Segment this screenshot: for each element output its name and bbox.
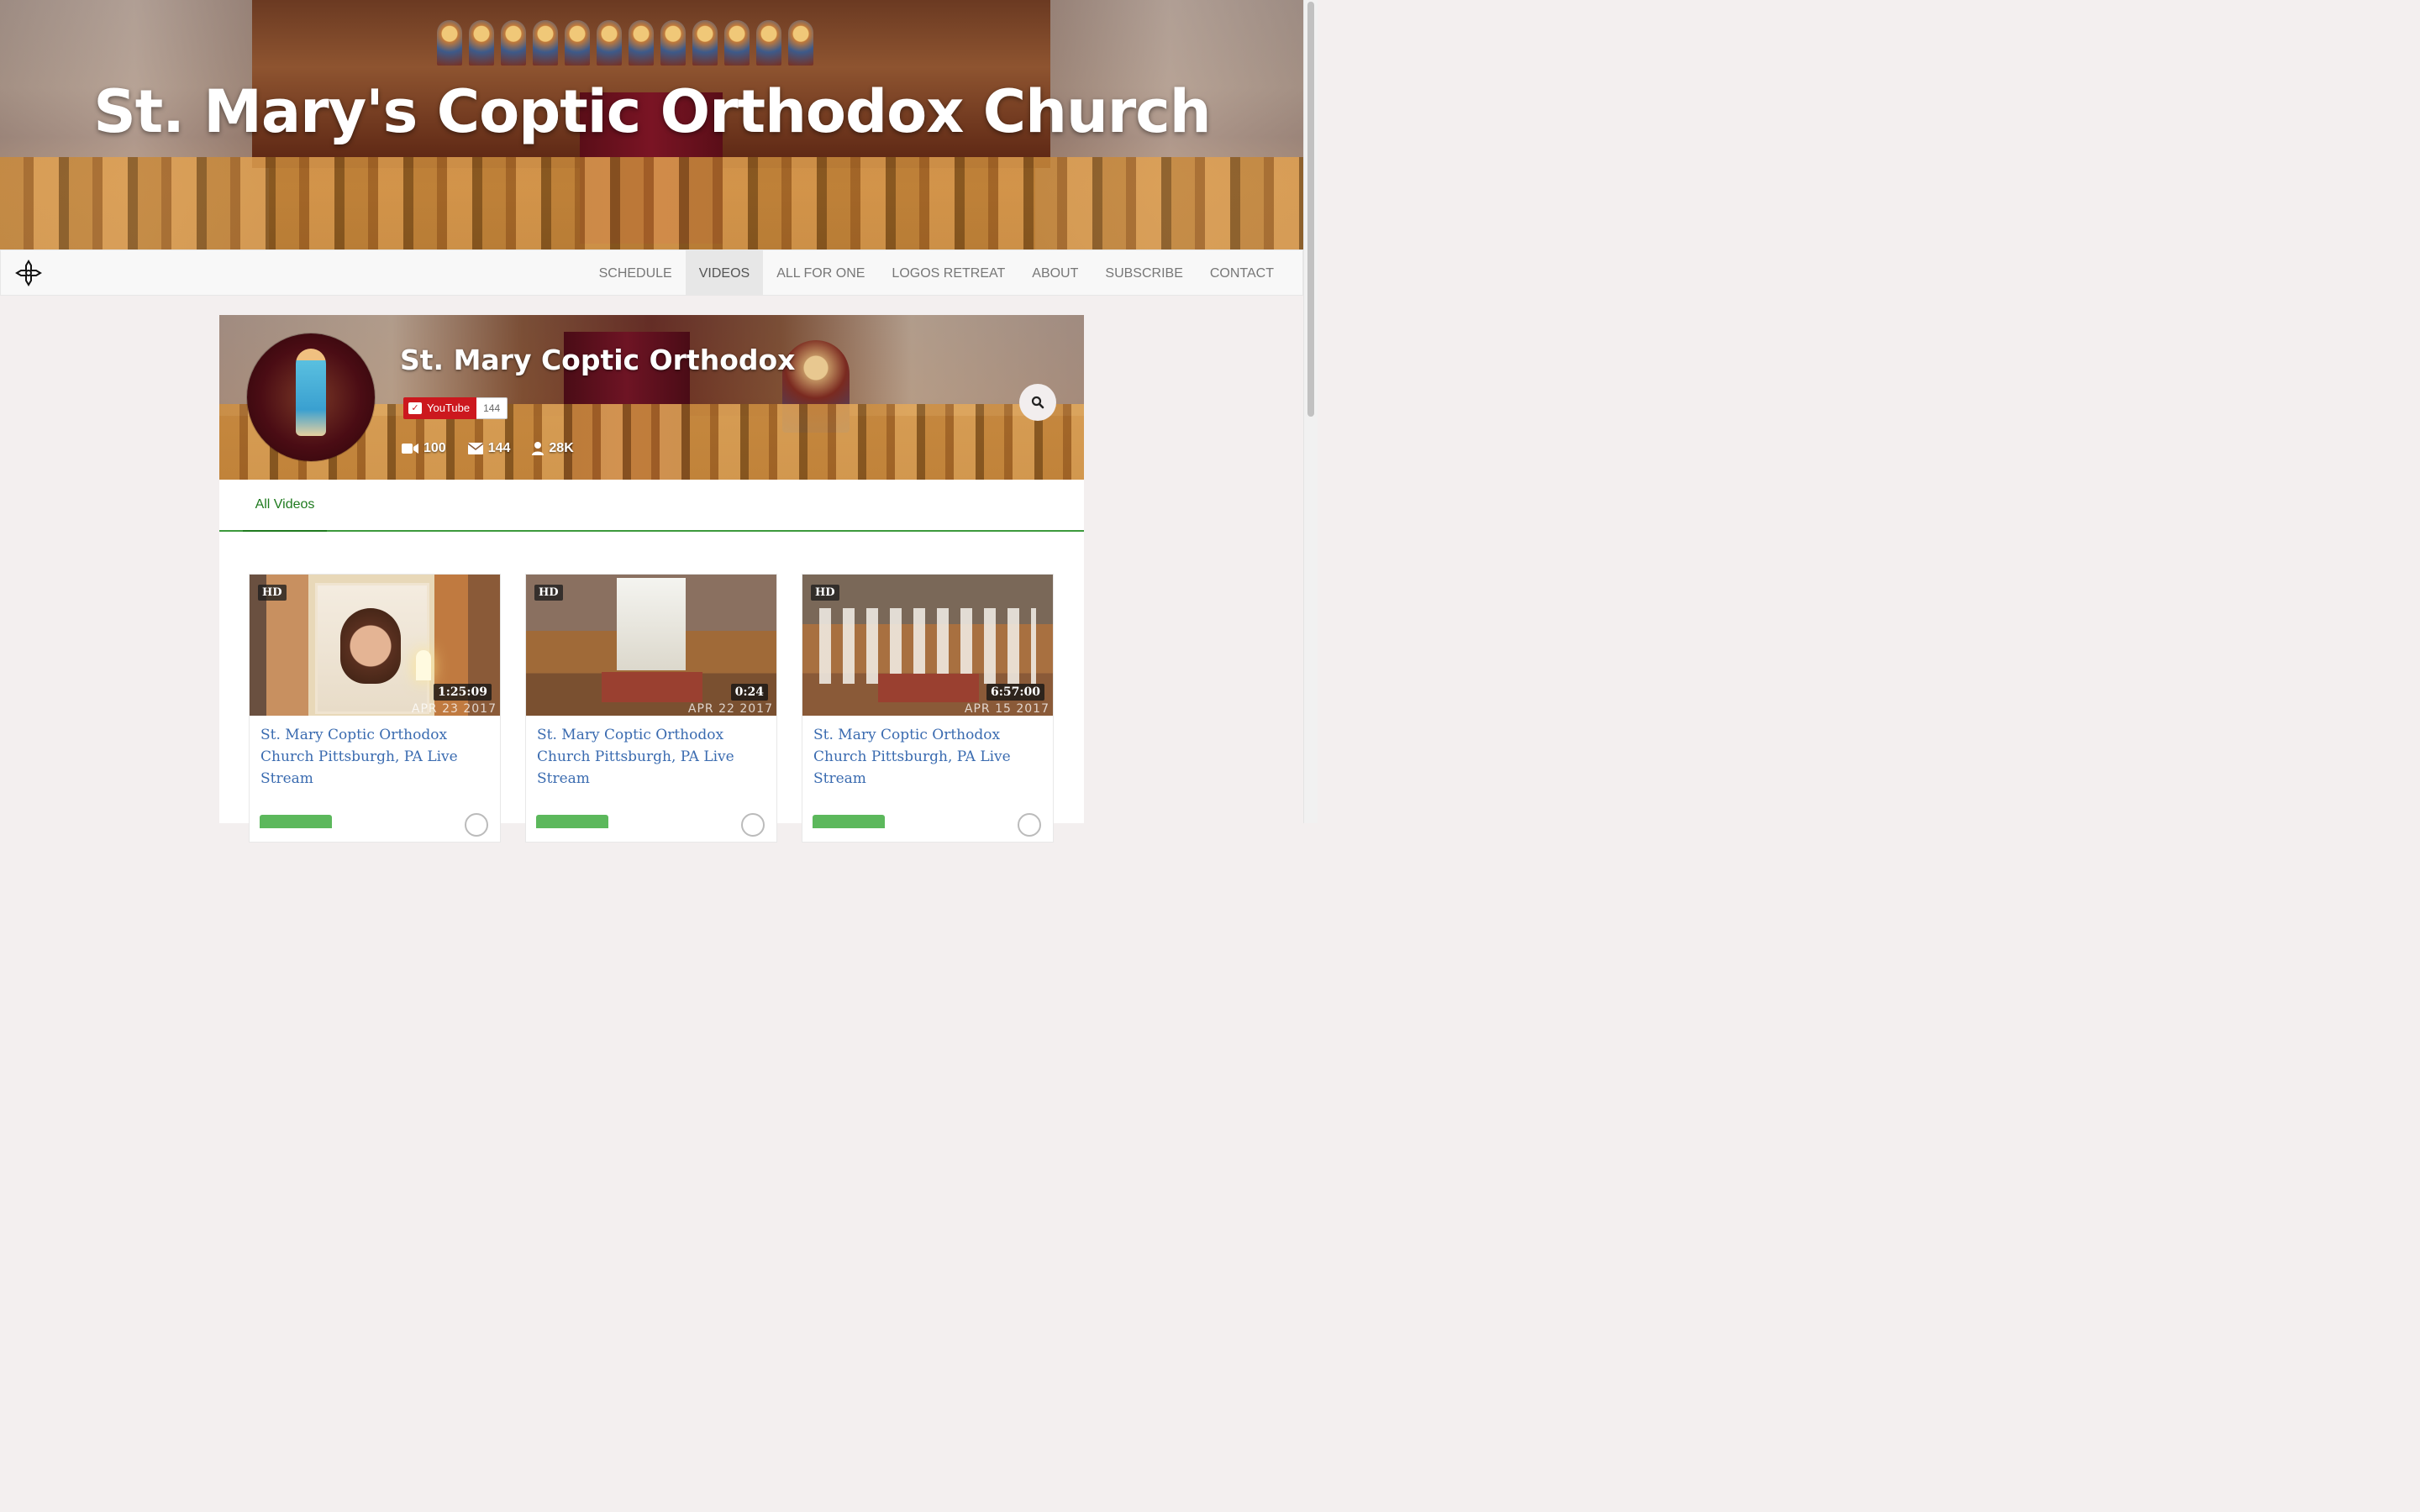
video-duration: 6:57:00 <box>986 684 1044 701</box>
video-title[interactable]: St. Mary Coptic Orthodox Church Pittsbur… <box>537 724 764 790</box>
search-icon <box>1031 396 1044 409</box>
stat-views: 28K <box>532 441 574 456</box>
nav-links: SCHEDULE VIDEOS ALL FOR ONE LOGOS RETREA… <box>586 250 1287 296</box>
page-scrollbar[interactable] <box>1303 0 1318 823</box>
scrollbar-thumb[interactable] <box>1307 2 1314 417</box>
hero-banner: St. Mary's Coptic Orthodox Church <box>0 0 1304 249</box>
nav-item-logos-retreat[interactable]: LOGOS RETREAT <box>878 250 1018 296</box>
video-duration: 1:25:09 <box>433 684 492 701</box>
channel-banner: St. Mary Coptic Orthodox ✓ YouTube 144 1… <box>219 315 1084 480</box>
checkmark-icon: ✓ <box>408 402 422 414</box>
watch-button[interactable] <box>813 815 885 828</box>
envelope-icon <box>467 443 483 454</box>
hd-badge: HD <box>811 585 839 601</box>
video-card[interactable]: HD 6:57:00 APR 15 2017 St. Mary Coptic O… <box>802 574 1054 843</box>
hd-badge: HD <box>258 585 287 601</box>
video-thumbnail[interactable]: HD 6:57:00 APR 15 2017 <box>802 575 1053 716</box>
video-duration: 0:24 <box>730 684 768 701</box>
youtube-subscribe-button[interactable]: ✓ YouTube <box>403 397 477 419</box>
nav-item-about[interactable]: ABOUT <box>1018 250 1092 296</box>
youtube-subscribe-label: YouTube <box>427 402 471 414</box>
video-tabs: All Videos <box>219 480 1084 532</box>
watch-button[interactable] <box>260 815 332 828</box>
tab-all-videos[interactable]: All Videos <box>243 480 327 532</box>
hero-saints-row <box>437 20 813 66</box>
watch-button[interactable] <box>536 815 608 828</box>
channel-name[interactable]: St. Mary Coptic Orthodox <box>400 344 795 376</box>
share-icon[interactable] <box>465 813 488 837</box>
video-camera-icon <box>402 444 418 454</box>
nav-item-all-for-one[interactable]: ALL FOR ONE <box>763 250 878 296</box>
video-thumbnail[interactable]: HD 1:25:09 APR 23 2017 <box>250 575 500 716</box>
nav-item-contact[interactable]: CONTACT <box>1197 250 1287 296</box>
stat-videos-value: 100 <box>424 441 446 455</box>
hero-pews <box>0 157 1304 249</box>
site-title: St. Mary's Coptic Orthodox Church <box>93 77 1211 146</box>
navbar: SCHEDULE VIDEOS ALL FOR ONE LOGOS RETREA… <box>0 249 1303 296</box>
search-button[interactable] <box>1019 384 1056 421</box>
subscriber-count: 144 <box>476 397 508 419</box>
video-date: APR 15 2017 <box>964 702 1050 716</box>
video-card[interactable]: HD 1:25:09 APR 23 2017 St. Mary Coptic O… <box>249 574 501 843</box>
share-icon[interactable] <box>1018 813 1041 837</box>
stat-subscribers: 144 <box>467 441 511 456</box>
video-grid: HD 1:25:09 APR 23 2017 St. Mary Coptic O… <box>249 574 1054 843</box>
video-date: APR 22 2017 <box>687 702 773 716</box>
coptic-cross-icon[interactable] <box>14 259 43 287</box>
video-card[interactable]: HD 0:24 APR 22 2017 St. Mary Coptic Orth… <box>525 574 777 843</box>
nav-item-schedule[interactable]: SCHEDULE <box>586 250 686 296</box>
user-icon <box>532 442 544 455</box>
stat-views-value: 28K <box>549 441 574 455</box>
video-title[interactable]: St. Mary Coptic Orthodox Church Pittsbur… <box>813 724 1040 790</box>
channel-card: St. Mary Coptic Orthodox ✓ YouTube 144 1… <box>219 315 1084 843</box>
stat-videos: 100 <box>402 441 446 456</box>
hd-badge: HD <box>534 585 563 601</box>
share-icon[interactable] <box>741 813 765 837</box>
channel-avatar[interactable] <box>247 333 375 461</box>
stat-subscribers-value: 144 <box>487 441 511 455</box>
video-thumbnail[interactable]: HD 0:24 APR 22 2017 <box>526 575 776 716</box>
video-title[interactable]: St. Mary Coptic Orthodox Church Pittsbur… <box>260 724 487 790</box>
nav-item-subscribe[interactable]: SUBSCRIBE <box>1092 250 1196 296</box>
channel-stats: 100 144 28K <box>402 441 574 456</box>
nav-item-videos[interactable]: VIDEOS <box>685 250 764 296</box>
youtube-subscribe-widget[interactable]: ✓ YouTube 144 <box>403 397 508 419</box>
video-date: APR 23 2017 <box>411 702 497 716</box>
